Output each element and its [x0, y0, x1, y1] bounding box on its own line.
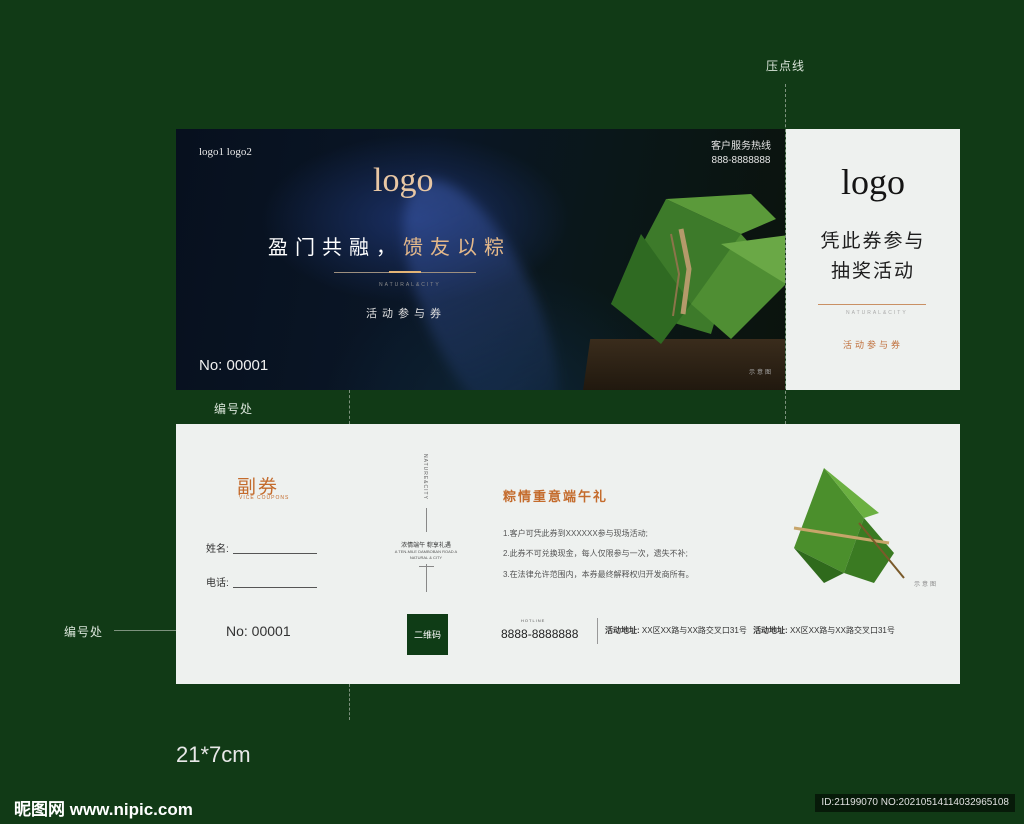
- stub-activity-label: 活动参与券: [842, 340, 903, 350]
- number-position-label-left: 编号处: [64, 625, 104, 639]
- slogan-divider: [334, 271, 476, 273]
- divider-accent: [389, 271, 421, 273]
- id-bar: ID:21199070 NO:20210514114032965108: [815, 794, 1015, 812]
- hotline-number: 888-8888888: [711, 155, 771, 166]
- phone-field[interactable]: 电话:: [206, 574, 317, 589]
- mid-top-line: [426, 508, 427, 532]
- vertical-brand-text: NATURE&CITY: [422, 454, 428, 500]
- qr-code[interactable]: 二维码: [407, 614, 448, 655]
- activity-address: 活动地址: XX区XX路与XX路交叉口31号 活动地址: XX区XX路与XX路交…: [605, 625, 895, 636]
- stub-natural-city: NATURAL&CITY: [846, 310, 908, 316]
- phone-label: 电话:: [206, 578, 229, 589]
- address-label-1: 活动地址:: [605, 626, 640, 635]
- main-ticket: logo1 logo2 客户服务热线 888-8888888 logo 盈门共融…: [176, 129, 785, 390]
- image-note: 示意图: [748, 370, 773, 376]
- partner-logos: logo1 logo2: [199, 146, 252, 158]
- address-label-2: 活动地址:: [753, 626, 788, 635]
- slogan: 盈门共融，馈友以粽: [268, 231, 511, 260]
- stub-logo: logo: [840, 162, 905, 202]
- top-stub: logo 凭此券参与 抽奖活动 NATURAL&CITY 活动参与券: [786, 129, 960, 390]
- rule-2: 2.此券不可兑换现金，每人仅限参与一次，遗失不补;: [503, 549, 688, 558]
- mid-bottom-line: [426, 564, 427, 592]
- natural-city-small: NATURAL&CITY: [379, 282, 441, 288]
- vice-heading: 粽情重意端午礼: [503, 489, 609, 504]
- slogan-part2: 馈友以粽: [403, 237, 511, 259]
- mid-bottom-tick: [419, 566, 434, 567]
- address-2: XX区XX路与XX路交叉口31号: [789, 626, 895, 635]
- hotline-block: 客户服务热线 888-8888888: [711, 140, 771, 168]
- stub-text-line1: 凭此券参与: [820, 231, 926, 252]
- number-position-label-top: 编号处: [214, 402, 254, 416]
- size-label: 21*7cm: [176, 742, 251, 767]
- mid-caption-small: A TEN-MILE DAMBOBAN ROAD A NATURAL & CIT…: [394, 549, 458, 560]
- stub-fold-guide: [349, 684, 350, 720]
- hotline-number-bottom: 8888-8888888: [501, 627, 579, 641]
- stub-divider: [818, 304, 926, 305]
- rule-3: 3.在法律允许范围内，本券最终解释权归开发商所有。: [503, 570, 694, 579]
- main-logo: logo: [373, 162, 434, 199]
- name-underline[interactable]: [232, 553, 317, 554]
- hotline-label-small: HOTLINE: [521, 618, 546, 623]
- watermark: 昵图网 www.nipic.com: [14, 800, 193, 819]
- crease-line-label: 压点线: [766, 59, 806, 73]
- phone-underline[interactable]: [232, 587, 317, 588]
- number-position-guide: [349, 390, 350, 424]
- name-field[interactable]: 姓名:: [206, 540, 317, 555]
- name-label: 姓名:: [206, 544, 229, 555]
- vice-image-note: 示意图: [913, 582, 938, 588]
- address-1: XX区XX路与XX路交叉口31号: [641, 626, 747, 635]
- vice-subtitle: VICE COUPONS: [239, 495, 290, 501]
- hotline-divider: [597, 618, 598, 644]
- activity-label: 活动参与券: [366, 308, 446, 320]
- slogan-part1: 盈门共融，: [268, 237, 403, 259]
- rule-1: 1.客户可凭此券到XXXXXX参与现场活动;: [503, 529, 648, 538]
- vice-ticket-number: No: 00001: [226, 623, 291, 639]
- stub-text-line2: 抽奖活动: [830, 261, 915, 282]
- mid-caption: 浓情端午 粽享礼遇: [401, 543, 451, 549]
- zongzi-image: [611, 194, 785, 344]
- hotline-label: 客户服务热线: [711, 141, 771, 152]
- ticket-number: No: 00001: [199, 357, 269, 374]
- zongzi-image-small: [793, 468, 905, 583]
- vice-ticket: 副券 VICE COUPONS 姓名: 电话: No: 00001 NATURE…: [176, 424, 960, 684]
